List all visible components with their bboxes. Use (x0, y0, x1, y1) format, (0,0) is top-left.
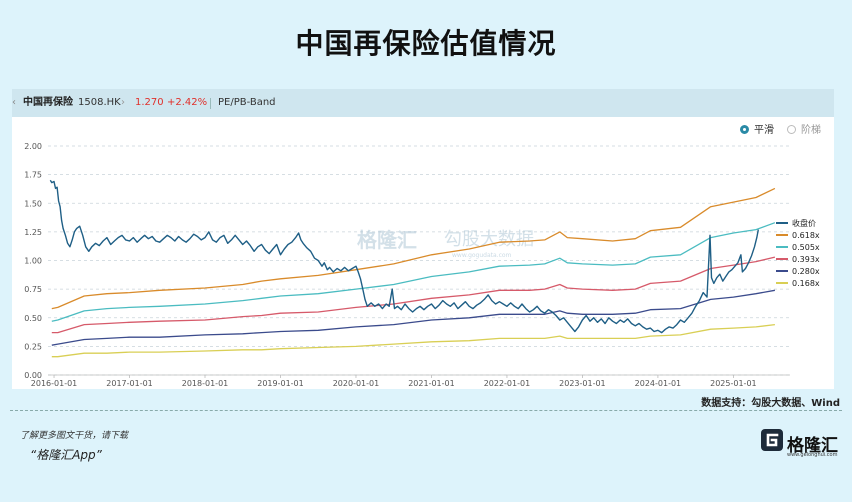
logo-url: www.gelonghui.com (787, 452, 838, 458)
watermark-data: 勾股大数据 (444, 229, 534, 250)
gelonghui-logo-icon (761, 429, 783, 451)
page-title: 中国再保险估值情况 (295, 27, 557, 60)
x-tick-label: 2020-01-01 (333, 379, 380, 388)
y-tick-label: 0.75 (24, 285, 42, 294)
legend-label: 收盘价 (792, 218, 816, 228)
pb-band-chart: 2.001.751.501.251.000.750.500.250.002016… (24, 142, 820, 388)
x-tick-label: 2019-01-01 (257, 379, 304, 388)
footer-divider (10, 410, 842, 411)
y-tick-label: 1.75 (24, 171, 42, 180)
series-line (51, 256, 776, 334)
x-tick-label: 2017-01-01 (106, 379, 153, 388)
legend-label: 0.280x (792, 267, 820, 276)
y-tick-label: 0.50 (24, 314, 42, 323)
x-tick-label: 2018-01-01 (182, 379, 229, 388)
watermark-brand: 格隆汇 (357, 228, 417, 252)
x-tick-label: 2016-01-01 (31, 379, 78, 388)
legend-label: 0.168x (792, 279, 820, 288)
legend-label: 0.393x (792, 255, 820, 264)
promo-line-2: “格隆汇App” (30, 448, 102, 462)
x-tick-label: 2021-01-01 (408, 379, 455, 388)
x-tick-label: 2023-01-01 (559, 379, 606, 388)
legend-label: 0.505x (792, 243, 820, 252)
x-tick-label: 2025-01-01 (710, 379, 757, 388)
x-tick-label: 2022-01-01 (484, 379, 531, 388)
legend-label: 0.618x (792, 231, 820, 240)
y-tick-label: 0.25 (24, 342, 42, 351)
y-tick-label: 2.00 (24, 142, 42, 151)
y-tick-label: 1.50 (24, 199, 42, 208)
chart-panel: ‹ 中国再保险 1508.HK › 1.270 +2.42% PE/PB-Ban… (12, 89, 834, 389)
data-source: 数据支持：勾股大数据、Wind (701, 398, 840, 409)
x-tick-label: 2024-01-01 (635, 379, 682, 388)
watermark-url: www.gogudata.com (452, 252, 512, 259)
y-tick-label: 1.00 (24, 257, 42, 266)
y-tick-label: 1.25 (24, 228, 42, 237)
promo-line-1: 了解更多图文干货，请下载 (20, 431, 129, 441)
